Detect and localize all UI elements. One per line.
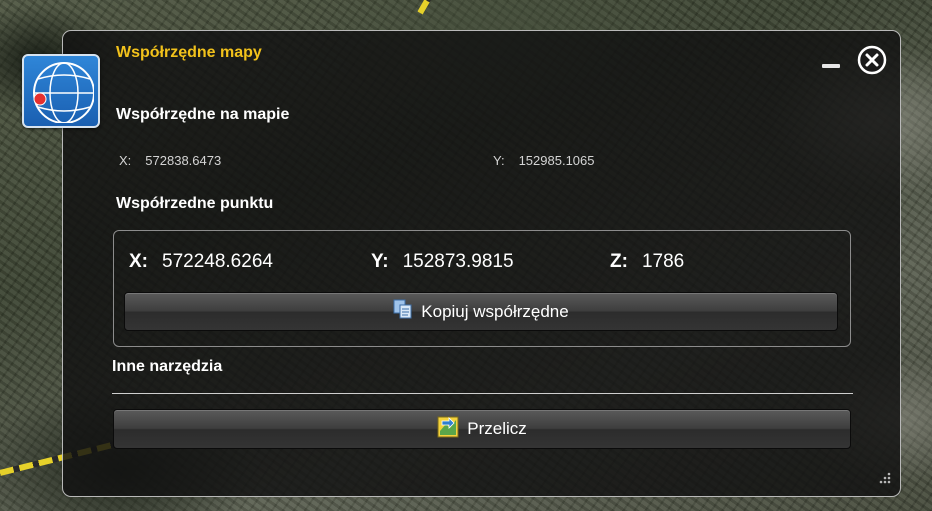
copy-coordinates-button[interactable]: Kopiuj współrzędne (124, 292, 838, 331)
convert-button[interactable]: Przelicz (113, 409, 851, 449)
convert-label: Przelicz (467, 419, 527, 438)
map-y-label: Y: (493, 153, 505, 168)
point-y-value: 152873.9815 (402, 251, 514, 272)
resize-grip-icon[interactable] (873, 470, 893, 488)
convert-icon (437, 416, 459, 443)
point-x-coordinate: X: 572248.6264 (129, 251, 273, 273)
map-y-coordinate: Y: 152985.1065 (493, 153, 595, 168)
dialog-title: Współrzędne mapy (116, 44, 262, 61)
close-icon[interactable] (856, 44, 888, 76)
map-x-value: 572838.6473 (145, 153, 222, 168)
map-y-value: 152985.1065 (518, 153, 595, 168)
map-x-coordinate: X: 572838.6473 (119, 153, 221, 168)
globe-icon (22, 54, 100, 128)
point-y-coordinate: Y: 152873.9815 (371, 251, 514, 273)
copy-coordinates-label: Kopiuj współrzędne (421, 301, 569, 321)
copy-icon (393, 299, 413, 324)
point-z-value: 1786 (641, 251, 685, 272)
map-coords-heading: Współrzędne na mapie (116, 106, 290, 123)
point-z-coordinate: Z: 1786 (610, 251, 684, 273)
other-tools-heading: Inne narzędzia (112, 358, 223, 375)
section-divider (112, 393, 853, 394)
point-x-label: X: (129, 251, 148, 272)
point-x-value: 572248.6264 (162, 251, 273, 272)
point-z-label: Z: (610, 251, 628, 272)
point-coords-heading: Współrzedne punktu (116, 195, 274, 212)
minimize-icon[interactable] (822, 62, 842, 68)
map-road (417, 0, 443, 15)
map-x-label: X: (119, 153, 132, 168)
point-y-label: Y: (371, 251, 389, 272)
